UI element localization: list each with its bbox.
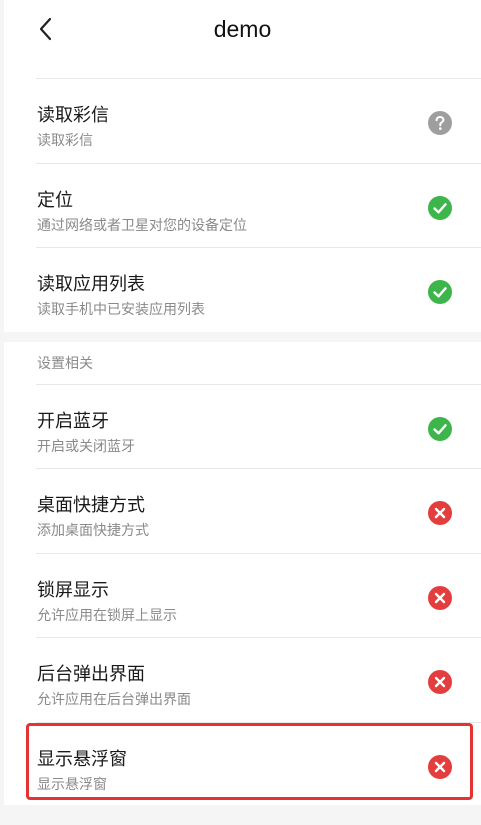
check-icon[interactable] (428, 417, 452, 441)
permission-subtitle: 读取彩信 (37, 133, 93, 149)
permission-row-read-mms[interactable]: 读取彩信 读取彩信 (4, 79, 481, 163)
permission-title: 开启蓝牙 (37, 411, 109, 432)
permission-title: 读取应用列表 (37, 274, 145, 295)
section-label: 设置相关 (37, 356, 93, 372)
permission-subtitle: 允许应用在锁屏上显示 (37, 608, 177, 624)
permission-title: 桌面快捷方式 (37, 495, 145, 516)
top-bar: demo (4, 0, 481, 62)
permissions-card: 读取彩信 读取彩信 定位 通过网络或者卫星对您的设备定位 读取应用列表 读取手机… (4, 62, 481, 332)
permission-title: 锁屏显示 (37, 580, 109, 601)
permission-title: 读取彩信 (37, 105, 109, 126)
check-icon[interactable] (428, 196, 452, 220)
highlight-box (26, 723, 473, 800)
check-icon[interactable] (428, 280, 452, 304)
permission-subtitle: 读取手机中已安装应用列表 (37, 302, 205, 318)
permission-subtitle: 允许应用在后台弹出界面 (37, 692, 191, 708)
permission-row-shortcut[interactable]: 桌面快捷方式 添加桌面快捷方式 (4, 469, 481, 553)
permission-title: 后台弹出界面 (37, 664, 145, 685)
permission-row-app-list[interactable]: 读取应用列表 读取手机中已安装应用列表 (4, 248, 481, 332)
permissions-page: demo 读取彩信 读取彩信 定位 通过网络或者卫星对您的设备定位 读取应用列表 (0, 0, 481, 825)
permission-subtitle: 开启或关闭蓝牙 (37, 439, 135, 455)
permission-subtitle: 添加桌面快捷方式 (37, 523, 149, 539)
permission-subtitle: 通过网络或者卫星对您的设备定位 (37, 218, 247, 234)
permission-row-lockscreen[interactable]: 锁屏显示 允许应用在锁屏上显示 (4, 554, 481, 638)
close-icon[interactable] (428, 670, 452, 694)
question-icon[interactable] (428, 111, 452, 135)
permission-row-bluetooth[interactable]: 开启蓝牙 开启或关闭蓝牙 (4, 385, 481, 469)
page-title: demo (213, 16, 272, 42)
close-icon[interactable] (428, 501, 452, 525)
permission-row-location[interactable]: 定位 通过网络或者卫星对您的设备定位 (4, 164, 481, 248)
permission-title: 定位 (37, 190, 73, 211)
permission-row-background-popup[interactable]: 后台弹出界面 允许应用在后台弹出界面 (4, 638, 481, 722)
close-icon[interactable] (428, 586, 452, 610)
